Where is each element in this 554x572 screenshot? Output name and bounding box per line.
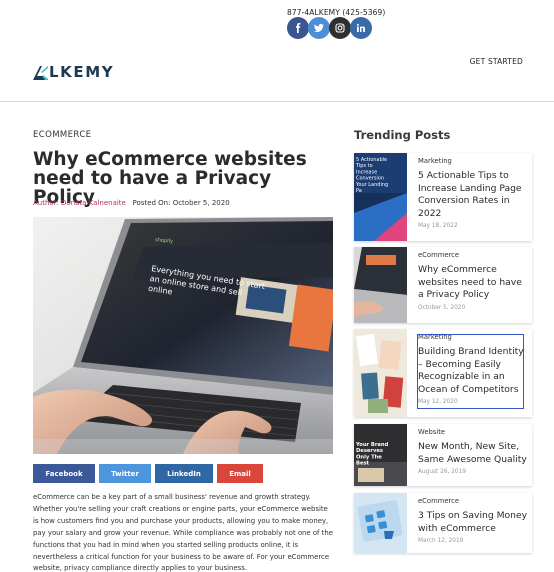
post-category[interactable]: Website	[418, 428, 530, 437]
focus-outline	[417, 334, 524, 409]
trending-post-card[interactable]: Your Brand Deserves Only The Best Website N…	[354, 424, 532, 486]
post-title[interactable]: 3 Tips on Saving Money with eCommerce	[418, 510, 530, 535]
post-thumbnail[interactable]	[354, 329, 407, 417]
post-thumbnail[interactable]: Your Brand Deserves Only The Best	[354, 424, 407, 486]
post-title[interactable]: 5 Actionable Tips to Increase Landing Pa…	[418, 170, 530, 220]
trending-posts-heading: Trending Posts	[354, 128, 451, 142]
share-linkedin-button[interactable]: LinkedIn	[155, 464, 213, 483]
share-facebook-button[interactable]: Facebook	[33, 464, 95, 483]
post-date: October 5, 2020	[418, 304, 466, 311]
instagram-icon[interactable]	[329, 17, 351, 39]
post-thumbnail[interactable]: 5 Actionable Tips to Increase Conversion You…	[354, 153, 407, 241]
linkedin-icon[interactable]	[350, 17, 372, 39]
hero-image: Everything you need to startan online st…	[33, 217, 333, 454]
share-twitter-button[interactable]: Twitter	[99, 464, 151, 483]
article-author[interactable]: Author: Donata Kalnenaite	[33, 199, 126, 207]
share-email-button[interactable]: Email	[217, 464, 263, 483]
article-meta: Author: Donata Kalnenaite Posted On: Oct…	[33, 199, 230, 207]
post-date: August 26, 2019	[418, 469, 466, 476]
post-date: May 18, 2022	[418, 223, 458, 230]
post-date: March 12, 2019	[418, 538, 464, 545]
logo-wordmark: LKEMY	[49, 63, 115, 81]
site-header: 877-4ALKEMY (425-5369) LKEMY GET STARTED	[0, 0, 554, 102]
article-date: Posted On: October 5, 2020	[132, 199, 230, 207]
post-thumbnail[interactable]	[354, 493, 407, 553]
twitter-icon[interactable]	[308, 17, 330, 39]
trending-post-card[interactable]: 5 Actionable Tips to Increase Conversion You…	[354, 153, 532, 241]
alkemy-logo[interactable]: LKEMY	[33, 63, 114, 81]
facebook-icon[interactable]	[287, 17, 309, 39]
get-started-link[interactable]: GET STARTED	[470, 57, 523, 66]
trending-post-card[interactable]: eCommerce 3 Tips on Saving Money with eC…	[354, 493, 532, 553]
post-thumbnail[interactable]	[354, 247, 407, 323]
post-category[interactable]: eCommerce	[418, 497, 530, 506]
article-category[interactable]: ECOMMERCE	[33, 130, 91, 140]
post-title[interactable]: Why eCommerce websites need to have a Pr…	[418, 264, 530, 302]
post-title[interactable]: New Month, New Site, Same Awesome Qualit…	[418, 441, 530, 466]
trending-post-card[interactable]: eCommerce Why eCommerce websites need to…	[354, 247, 532, 323]
share-buttons: Facebook Twitter LinkedIn Email	[33, 464, 267, 483]
post-category[interactable]: Marketing	[418, 157, 530, 166]
post-category[interactable]: eCommerce	[418, 251, 530, 260]
phone-number[interactable]: 877-4ALKEMY (425-5369)	[287, 8, 385, 17]
logo-mark-icon	[33, 65, 48, 80]
article-body: eCommerce can be a key part of a small b…	[33, 493, 333, 572]
social-links	[287, 17, 372, 39]
